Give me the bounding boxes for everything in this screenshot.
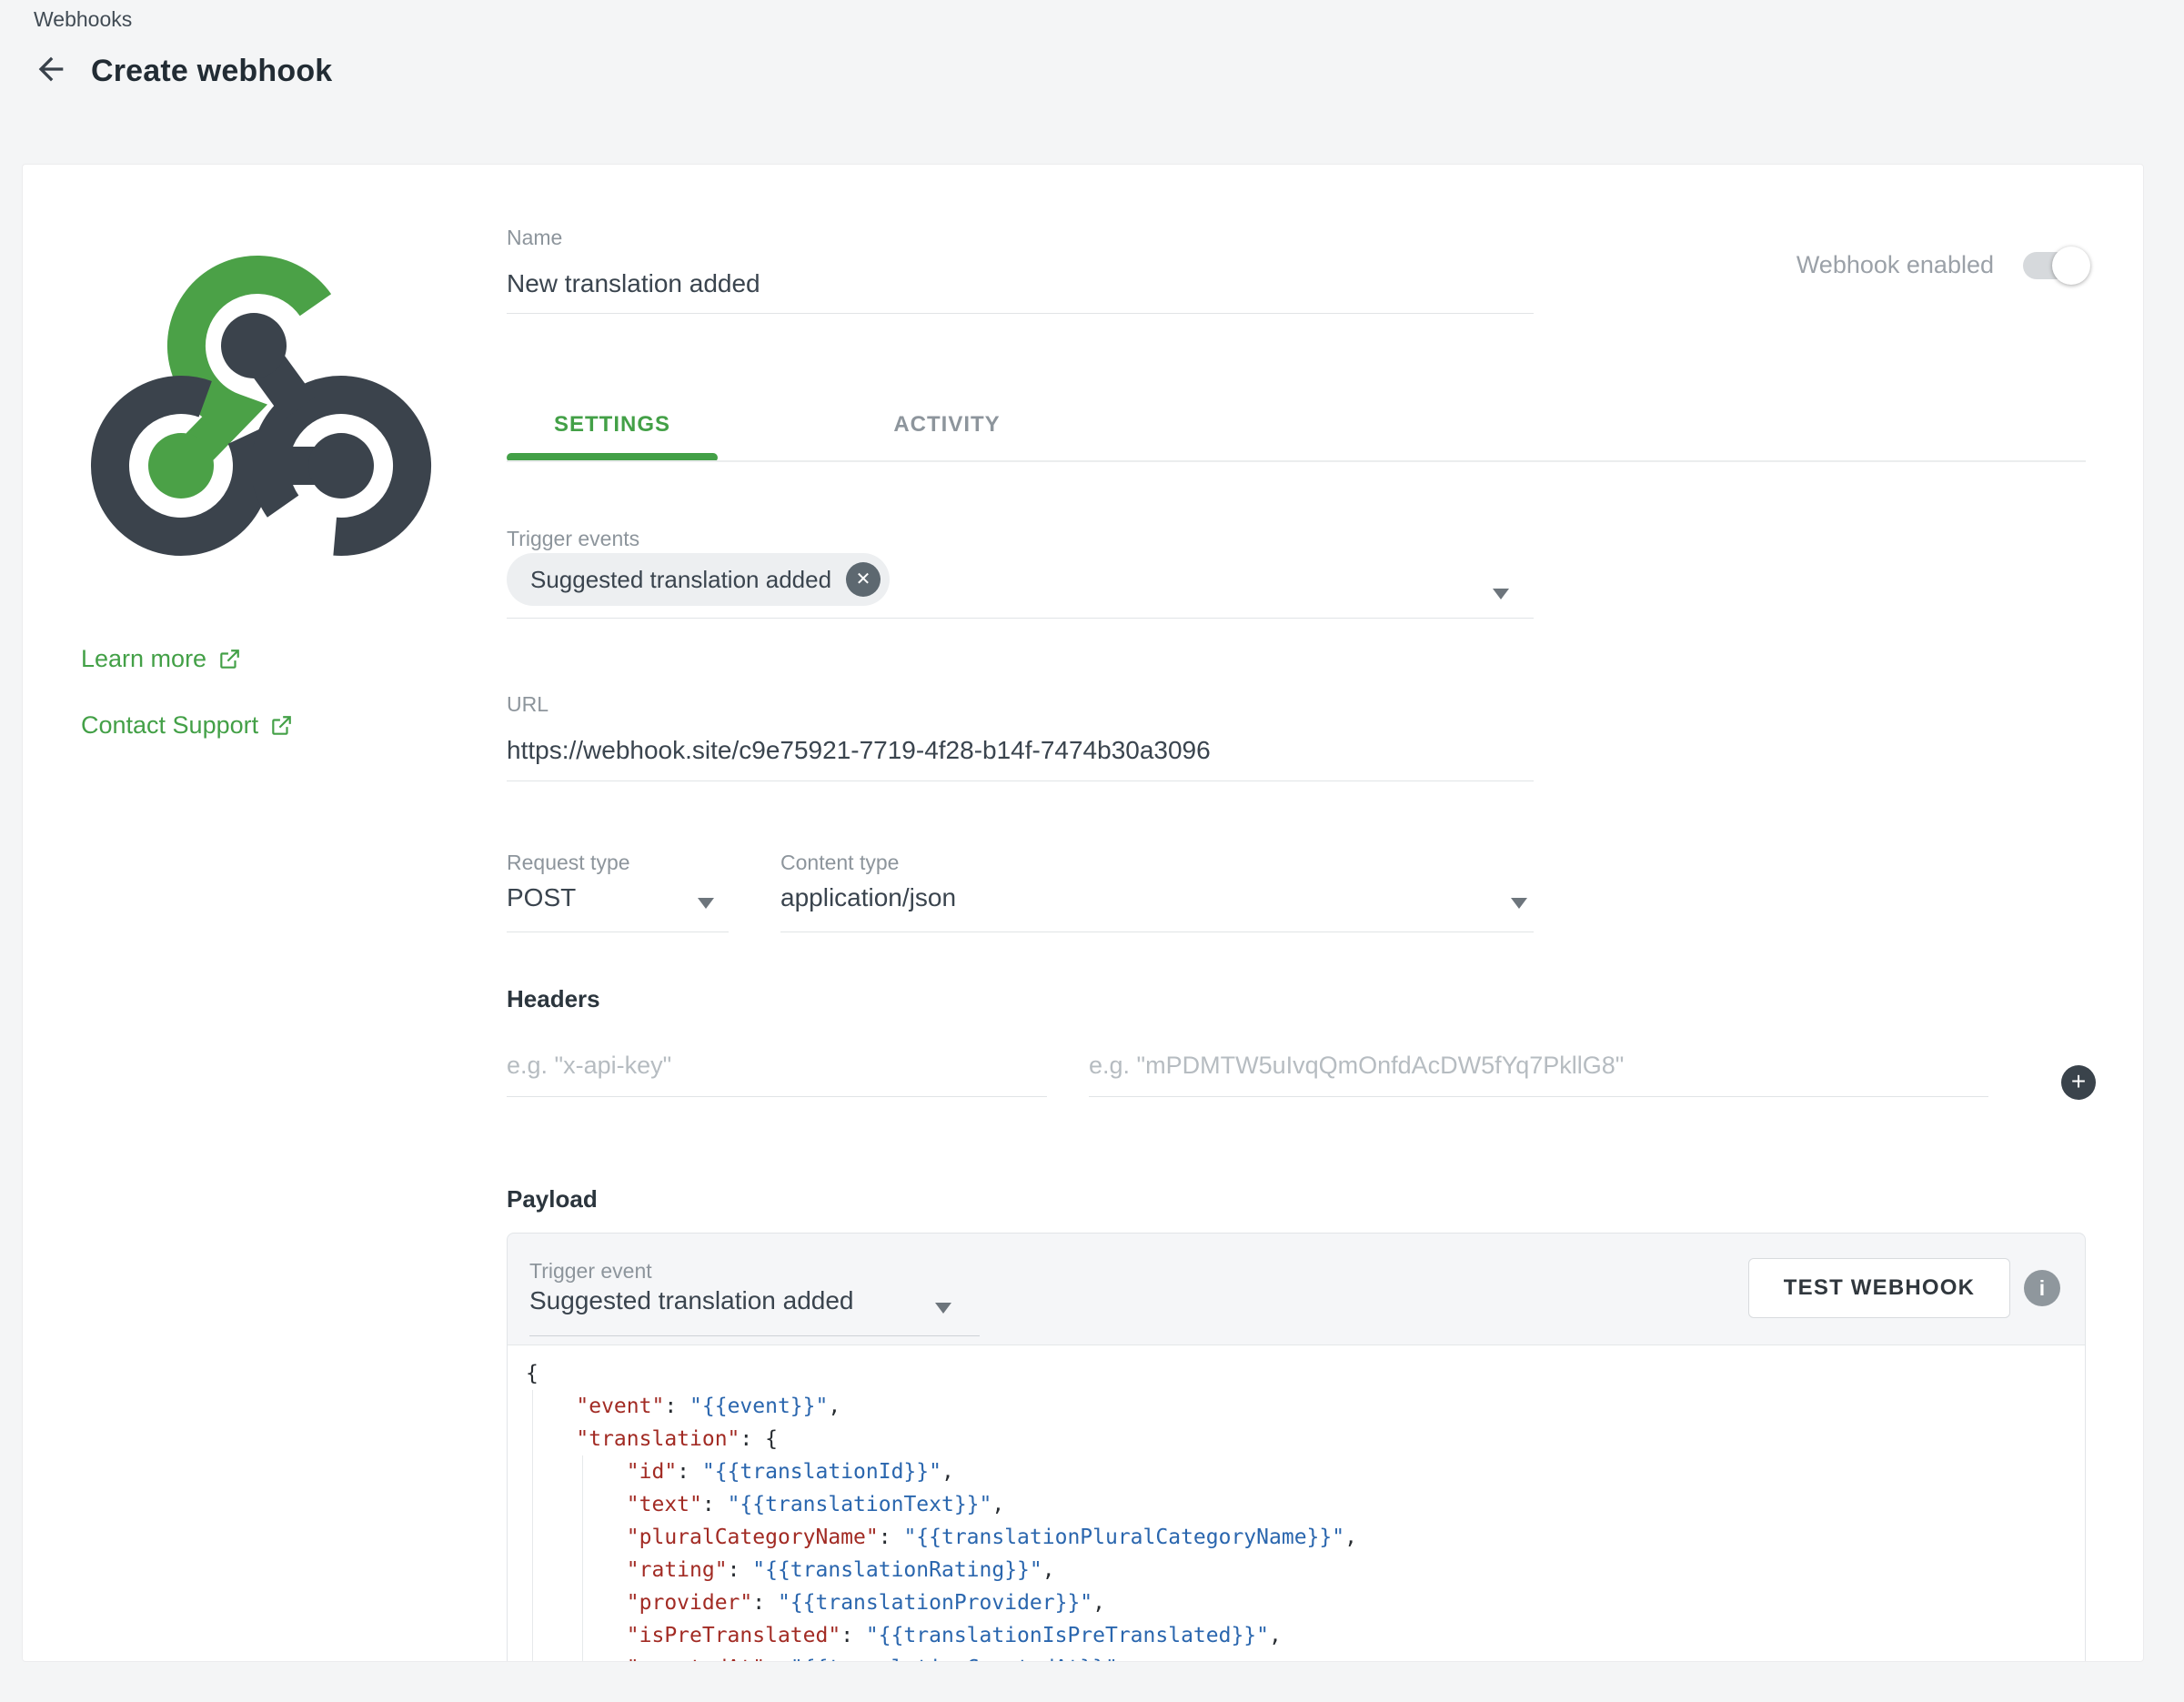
- code-line: "provider": "{{translationProvider}}",: [526, 1586, 2085, 1619]
- payload-trigger-caret-icon[interactable]: [935, 1303, 951, 1314]
- payload-trigger-underline: [529, 1335, 980, 1336]
- payload-code-editor[interactable]: { "event": "{{event}}", "translation": {…: [508, 1344, 2085, 1662]
- payload-heading: Payload: [507, 1185, 598, 1214]
- contact-support-label: Contact Support: [81, 711, 258, 740]
- code-line: {: [526, 1357, 2085, 1390]
- code-line: "event": "{{event}}",: [526, 1390, 2085, 1423]
- webhook-enabled-toggle[interactable]: [2023, 252, 2087, 279]
- payload-code-content: { "event": "{{event}}", "translation": {…: [526, 1357, 2085, 1662]
- payload-trigger-event-select[interactable]: Suggested translation added: [529, 1286, 854, 1315]
- back-arrow-icon: [33, 51, 69, 92]
- tab-divider: [507, 460, 2086, 462]
- chip-label: Suggested translation added: [530, 566, 831, 594]
- indent-guide: [532, 1390, 533, 1662]
- logo-node-top: [221, 313, 287, 378]
- external-link-icon: [269, 714, 293, 738]
- content-type-caret-icon[interactable]: [1511, 898, 1527, 909]
- code-line: "id": "{{translationId}}",: [526, 1455, 2085, 1488]
- content-type-select[interactable]: application/json: [780, 883, 956, 912]
- request-type-label: Request type: [507, 851, 630, 875]
- enabled-toggle-row: Webhook enabled: [1797, 251, 2087, 279]
- header-key-input[interactable]: [507, 1033, 1047, 1097]
- chip-remove-icon[interactable]: ✕: [846, 562, 881, 597]
- info-icon[interactable]: i: [2024, 1270, 2060, 1306]
- indent-guide: [582, 1455, 583, 1662]
- header-value-input[interactable]: [1089, 1033, 1988, 1097]
- trigger-event-chip[interactable]: Suggested translation added ✕: [507, 553, 890, 606]
- trigger-events-underline: [507, 618, 1534, 619]
- contact-support-link[interactable]: Contact Support: [81, 711, 293, 740]
- payload-trigger-event-label: Trigger event: [529, 1259, 652, 1284]
- add-header-button[interactable]: +: [2061, 1065, 2096, 1100]
- webhook-card: Learn more Contact Support Name Webhook …: [22, 164, 2144, 1662]
- webhook-logo: [83, 233, 447, 568]
- request-type-caret-icon[interactable]: [698, 898, 714, 909]
- code-line: "text": "{{translationText}}",: [526, 1488, 2085, 1521]
- external-link-icon: [217, 648, 241, 671]
- headers-heading: Headers: [507, 985, 600, 1013]
- code-line: "createdAt": "{{translationCreatedAt}}",: [526, 1652, 2085, 1662]
- url-label: URL: [507, 692, 549, 717]
- tab-activity[interactable]: ACTIVITY: [829, 412, 1065, 438]
- code-line: "translation": {: [526, 1423, 2085, 1455]
- code-line: "pluralCategoryName": "{{translationPlur…: [526, 1521, 2085, 1554]
- payload-panel: Trigger event Suggested translation adde…: [507, 1233, 2086, 1662]
- learn-more-label: Learn more: [81, 645, 206, 673]
- test-webhook-button[interactable]: TEST WEBHOOK: [1748, 1258, 2010, 1318]
- tab-settings[interactable]: SETTINGS: [507, 412, 718, 438]
- learn-more-link[interactable]: Learn more: [81, 645, 241, 673]
- url-input[interactable]: [507, 720, 1534, 781]
- trigger-events-caret-icon[interactable]: [1493, 589, 1509, 599]
- logo-node-green: [148, 433, 214, 499]
- code-line: "rating": "{{translationRating}}",: [526, 1554, 2085, 1586]
- enabled-toggle-label: Webhook enabled: [1797, 251, 1994, 279]
- code-line: "isPreTranslated": "{{translationIsPreTr…: [526, 1619, 2085, 1652]
- name-label: Name: [507, 226, 562, 250]
- toggle-knob: [2052, 247, 2090, 285]
- name-input[interactable]: [507, 254, 1534, 314]
- request-type-select[interactable]: POST: [507, 883, 576, 912]
- trigger-events-label: Trigger events: [507, 527, 639, 551]
- content-type-label: Content type: [780, 851, 899, 875]
- page-title: Create webhook: [91, 54, 332, 89]
- breadcrumb[interactable]: Webhooks: [34, 7, 132, 32]
- title-bar: Create webhook: [31, 51, 332, 91]
- back-button[interactable]: [31, 51, 71, 91]
- logo-node-right: [308, 433, 374, 499]
